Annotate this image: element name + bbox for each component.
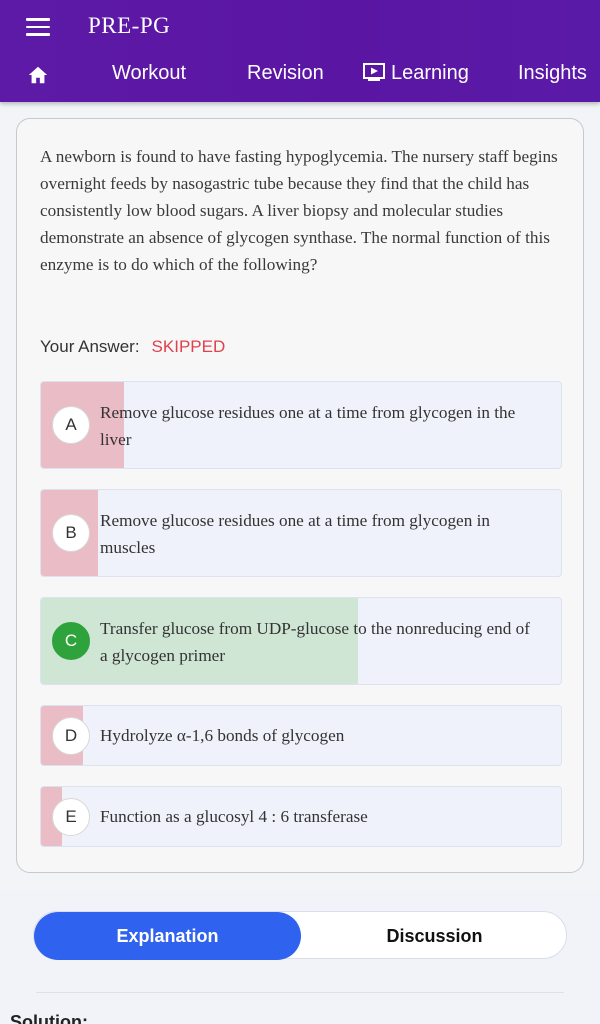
explanation-section: Explanation Discussion Solution:: [0, 890, 600, 1024]
hamburger-menu-icon[interactable]: [26, 18, 50, 36]
question-card: A newborn is found to have fasting hypog…: [16, 118, 584, 873]
option-c[interactable]: C Transfer glucose from UDP-glucose to t…: [40, 597, 562, 685]
your-answer-label: Your Answer:: [40, 337, 140, 356]
home-icon[interactable]: [27, 64, 49, 86]
option-b[interactable]: B Remove glucose residues one at a time …: [40, 489, 562, 577]
option-a[interactable]: A Remove glucose residues one at a time …: [40, 381, 562, 469]
tab-explanation[interactable]: Explanation: [34, 912, 301, 960]
option-d[interactable]: D Hydrolyze α-1,6 bonds of glycogen: [40, 705, 562, 766]
option-c-text: Transfer glucose from UDP-glucose to the…: [100, 619, 530, 665]
option-e-letter: E: [52, 798, 90, 836]
option-d-text: Hydrolyze α-1,6 bonds of glycogen: [100, 726, 345, 745]
nav-learning-label: Learning: [391, 62, 469, 84]
option-e-text: Function as a glucosyl 4 : 6 transferase: [100, 807, 368, 826]
your-answer-row: Your Answer: SKIPPED: [40, 337, 225, 357]
nav-insights[interactable]: Insights: [518, 62, 587, 85]
option-b-text: Remove glucose residues one at a time fr…: [100, 511, 490, 557]
option-a-letter: A: [52, 406, 90, 444]
section-divider: [36, 992, 564, 993]
question-text: A newborn is found to have fasting hypog…: [40, 147, 558, 274]
option-e[interactable]: E Function as a glucosyl 4 : 6 transfera…: [40, 786, 562, 847]
app-title: PRE-PG: [88, 13, 171, 38]
option-d-letter: D: [52, 717, 90, 755]
nav-workout[interactable]: Workout: [112, 62, 186, 85]
option-b-letter: B: [52, 514, 90, 552]
nav-learning[interactable]: Learning: [363, 62, 469, 85]
top-nav: Workout Revision Learning Insights: [0, 56, 600, 96]
play-screen-icon: [363, 63, 385, 81]
app-header: PRE-PG Workout Revision Learning Insight…: [0, 0, 600, 102]
nav-revision[interactable]: Revision: [247, 62, 324, 85]
your-answer-status: SKIPPED: [151, 337, 226, 356]
option-c-letter: C: [52, 622, 90, 660]
solution-heading: Solution:: [10, 1012, 88, 1024]
tab-discussion[interactable]: Discussion: [301, 912, 568, 960]
explanation-discussion-tabs: Explanation Discussion: [33, 911, 568, 960]
option-a-text: Remove glucose residues one at a time fr…: [100, 403, 516, 449]
